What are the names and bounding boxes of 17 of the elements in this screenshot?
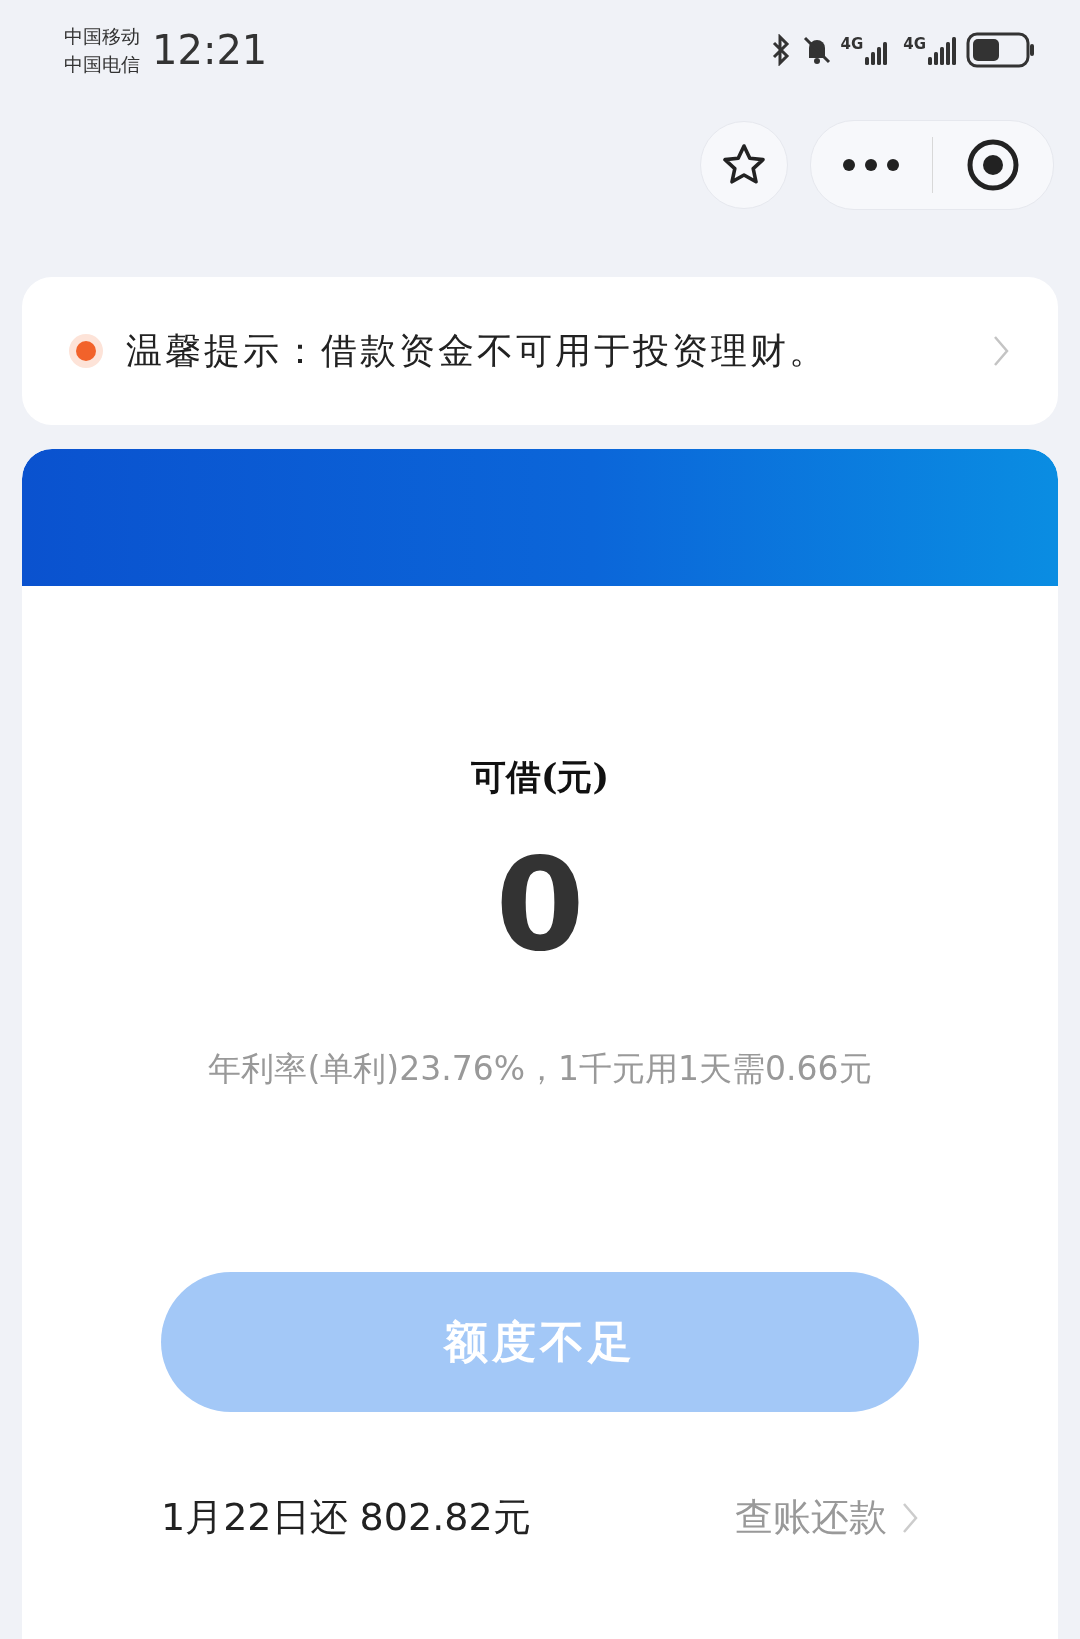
chevron-right-icon [992, 334, 1010, 368]
notice-text: 温馨提示：借款资金不可用于投资理财。 [126, 328, 829, 373]
available-amount: 0 [495, 841, 585, 969]
battery-icon [966, 32, 1036, 68]
clock: 12:21 [152, 27, 268, 73]
available-label: 可借(元) [470, 755, 610, 799]
more-icon [842, 158, 901, 172]
repayment-link[interactable]: 查账还款 [735, 1492, 919, 1543]
interest-rate-text: 年利率(单利)23.76%，1千元用1天需0.66元 [208, 1048, 872, 1090]
network-type: 4G [903, 35, 926, 53]
notice-card[interactable]: 温馨提示：借款资金不可用于投资理财。 [22, 277, 1058, 425]
carrier-name: 中国移动 [64, 24, 140, 49]
network-type: 4G [840, 35, 864, 53]
signal-icon [928, 35, 958, 65]
repayment-due-text: 1月22日还 802.82元 [161, 1494, 531, 1541]
carrier-name: 中国电信 [64, 52, 140, 77]
target-icon [965, 138, 1020, 192]
